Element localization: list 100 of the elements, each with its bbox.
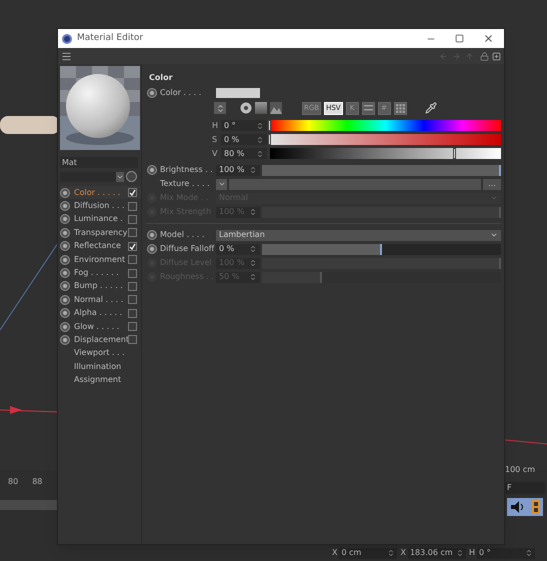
browse-button[interactable]: ... [483, 178, 501, 190]
menu-icon[interactable] [61, 50, 72, 62]
eyedropper-icon[interactable] [424, 102, 437, 114]
channel-checkbox[interactable] [128, 282, 137, 291]
channel-checkbox[interactable] [128, 295, 137, 304]
color-gradient-bar[interactable] [270, 120, 501, 131]
channel-item[interactable]: Diffusion . . . [60, 199, 141, 213]
channel-item[interactable]: Viewport . . . [60, 346, 141, 360]
channel-item[interactable]: Assignment [60, 373, 141, 387]
image-icon[interactable] [270, 102, 282, 114]
check-icon [129, 189, 136, 196]
keyframe-icon[interactable] [60, 254, 70, 265]
chevron-icon [116, 172, 124, 182]
channel-checkbox[interactable] [128, 202, 137, 211]
texture-menu-button[interactable] [216, 178, 227, 190]
keyframe-icon[interactable] [147, 230, 157, 240]
channel-item[interactable]: Glow . . . . . [60, 320, 141, 334]
number-field[interactable]: 0 ° [221, 120, 267, 131]
color-swatch[interactable] [216, 88, 260, 98]
keyframe-icon[interactable] [60, 334, 70, 345]
texture-field[interactable] [229, 178, 481, 190]
maximize-icon[interactable] [455, 34, 464, 43]
slider-mode-button[interactable] [362, 102, 375, 114]
collapse-icon[interactable] [214, 102, 226, 114]
channel-checkbox[interactable] [128, 188, 137, 198]
channel-item[interactable]: Illumination [60, 360, 141, 374]
channel-checkbox[interactable] [128, 242, 137, 251]
slider-handle[interactable] [268, 120, 271, 131]
coordinate-field[interactable]: 0 cm [339, 548, 398, 558]
channel-item[interactable]: Environment [60, 252, 141, 266]
channel-item[interactable]: Normal . . . . [60, 293, 141, 307]
channel-item[interactable]: Color . . . . . [60, 186, 141, 200]
axis-line [504, 440, 547, 444]
keyframe-icon[interactable] [147, 88, 157, 98]
channel-checkbox[interactable] [128, 255, 137, 264]
channel-item[interactable]: Luminance . [60, 212, 141, 226]
slider-handle[interactable] [268, 134, 271, 145]
stepper-icon[interactable] [256, 136, 264, 144]
parameter-label: Brightness . . [160, 164, 214, 176]
keyframe-icon[interactable] [147, 244, 157, 254]
swatch-mode-button[interactable] [394, 102, 407, 114]
channel-item[interactable]: Alpha . . . . . [60, 306, 141, 320]
slider-handle[interactable] [452, 148, 456, 159]
keyframe-icon[interactable] [60, 294, 70, 305]
channel-checkbox[interactable] [128, 268, 137, 278]
keyframe-icon[interactable] [147, 165, 157, 175]
channel-checkbox[interactable] [128, 214, 137, 224]
color-gradient-bar[interactable] [270, 134, 501, 145]
keyframe-icon[interactable] [60, 201, 70, 212]
lock-icon[interactable] [480, 52, 489, 60]
channel-checkbox[interactable] [128, 335, 137, 344]
coordinate-field[interactable]: 183.06 cm [408, 548, 466, 558]
channel-checkbox[interactable] [128, 308, 137, 318]
channel-item[interactable]: Fog . . . . . . [60, 266, 141, 280]
stepper-icon[interactable] [524, 549, 533, 557]
keyframe-icon[interactable] [60, 281, 70, 292]
color-wheel-icon[interactable] [240, 102, 252, 114]
channel-checkbox[interactable] [128, 322, 137, 332]
name-field[interactable]: Mat [60, 157, 138, 168]
axis-label: H [468, 547, 475, 559]
keyframe-icon[interactable] [60, 228, 70, 238]
axis-label: X [332, 547, 338, 559]
channel-checkbox[interactable] [128, 228, 137, 238]
section-title: Color [149, 72, 174, 84]
keyframe-icon[interactable] [60, 322, 70, 332]
slider[interactable] [262, 244, 501, 254]
color-gradient-bar[interactable] [270, 148, 501, 159]
slider[interactable] [262, 164, 501, 176]
keyframe-icon[interactable] [60, 188, 70, 198]
stepper-icon[interactable] [256, 122, 264, 130]
keyframe-icon[interactable] [60, 214, 70, 224]
number-field[interactable]: 0 % [221, 134, 267, 145]
channel-item[interactable]: Transparency [60, 226, 141, 240]
stepper-icon[interactable] [249, 245, 257, 253]
channel-item[interactable]: Reflectance [60, 240, 141, 253]
keyframe-icon[interactable] [60, 241, 70, 252]
new-panel-icon[interactable] [492, 52, 501, 60]
pick-icon[interactable] [126, 171, 137, 182]
channel-item[interactable]: Bump . . . . . [60, 280, 141, 294]
close-icon[interactable] [483, 33, 494, 44]
stepper-icon[interactable] [456, 549, 464, 557]
check-icon [129, 242, 136, 250]
coordinate-field[interactable]: 0 ° [476, 548, 535, 558]
stepper-icon[interactable] [249, 273, 257, 281]
number-field[interactable]: 80 % [221, 148, 267, 159]
number-field[interactable]: 100 % [216, 164, 260, 176]
sound-button[interactable] [507, 498, 543, 516]
stepper-icon[interactable] [256, 150, 264, 158]
parameter-label: Color . . . . [160, 87, 202, 99]
stepper-icon[interactable] [249, 208, 257, 216]
frame-field[interactable]: F [505, 482, 545, 494]
scene-object [0, 116, 60, 134]
stepper-icon[interactable] [387, 549, 396, 557]
channel-item[interactable]: Displacement [60, 333, 141, 347]
stepper-icon[interactable] [249, 166, 257, 174]
stepper-icon[interactable] [249, 259, 257, 267]
keyframe-icon[interactable] [60, 268, 70, 278]
number-field[interactable]: 0 % [216, 244, 260, 254]
dropdown[interactable]: Lambertian [216, 230, 501, 240]
keyframe-icon[interactable] [60, 308, 70, 318]
